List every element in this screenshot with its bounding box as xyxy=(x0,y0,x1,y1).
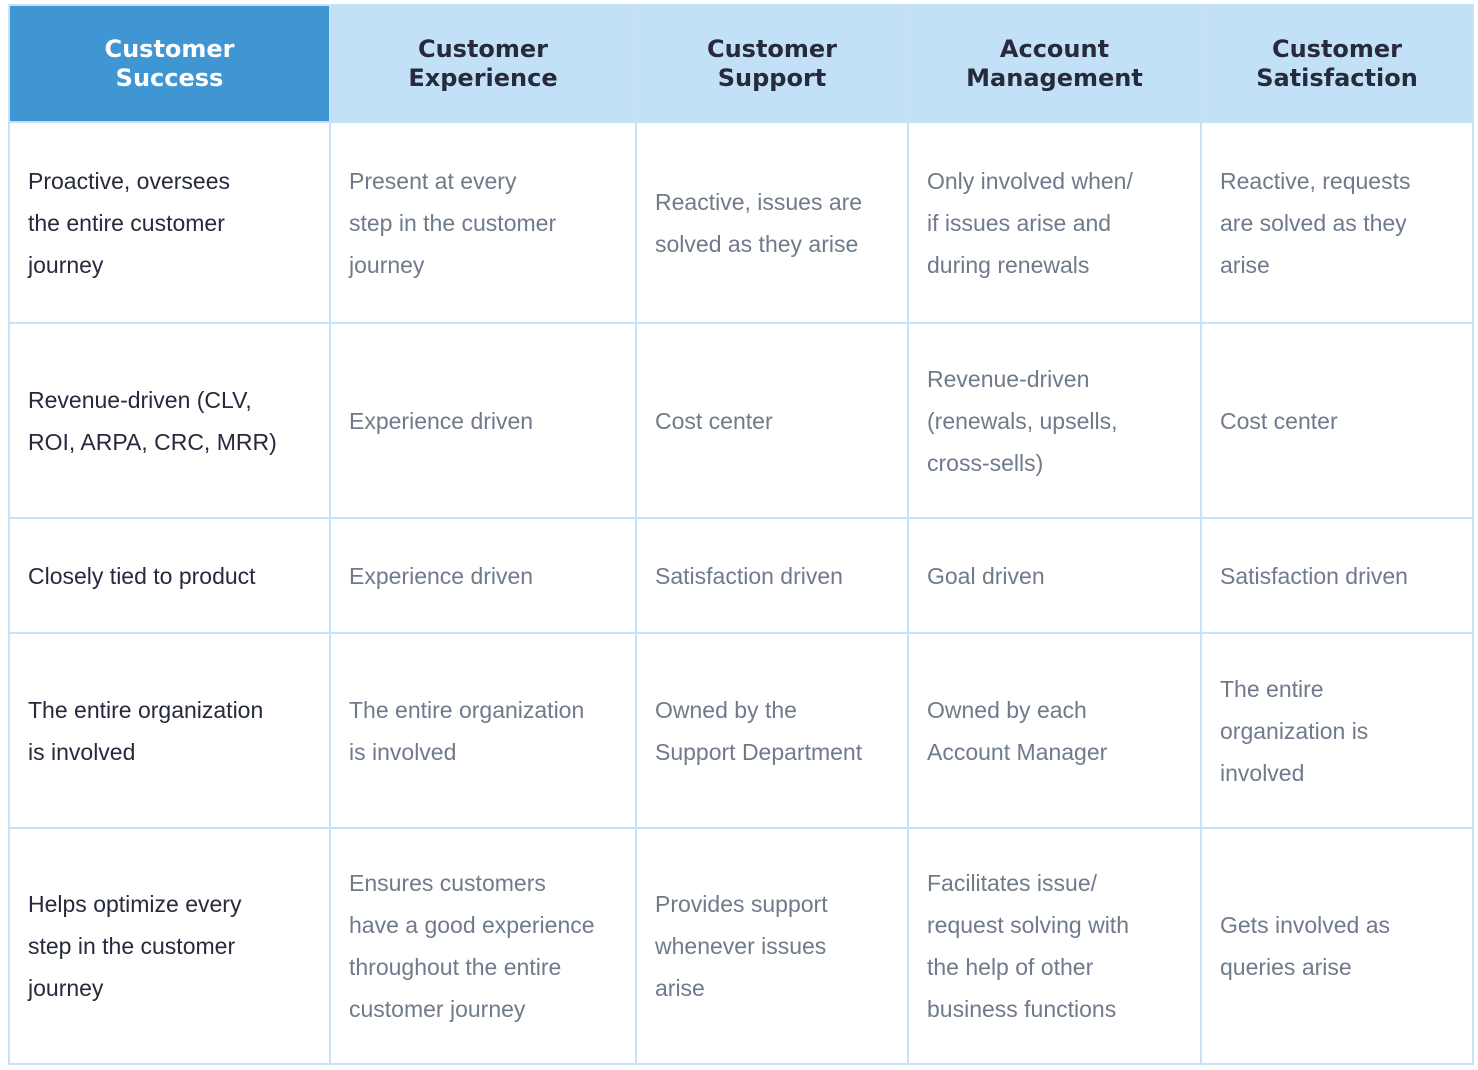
cell-customer-experience: Present at every step in the customer jo… xyxy=(329,121,637,324)
cell-customer-satisfaction: Gets involved as queries arise xyxy=(1200,827,1474,1065)
cell-text: The entire organization is involved xyxy=(349,696,585,765)
cell-text: Owned by the Support Department xyxy=(655,696,863,765)
header-account-management: Account Management xyxy=(907,4,1202,123)
cell-customer-success: The entire organization is involved xyxy=(8,632,331,829)
cell-customer-success: Closely tied to product xyxy=(8,517,331,634)
cell-text: Satisfaction driven xyxy=(655,562,843,589)
cell-customer-success: Helps optimize every step in the custome… xyxy=(8,827,331,1065)
header-label: Customer Support xyxy=(706,34,838,92)
cell-text: Present at every step in the customer jo… xyxy=(349,167,557,278)
cell-customer-support: Owned by the Support Department xyxy=(635,632,909,829)
header-label: Customer Experience xyxy=(408,34,558,92)
cell-text: Satisfaction driven xyxy=(1220,562,1408,589)
cell-text: Reactive, issues are solved as they aris… xyxy=(655,188,863,257)
table-row: Revenue-driven (CLV, ROI, ARPA, CRC, MRR… xyxy=(8,322,1474,519)
cell-customer-satisfaction: Reactive, requests are solved as they ar… xyxy=(1200,121,1474,324)
cell-customer-satisfaction: The entire organization is involved xyxy=(1200,632,1474,829)
cell-text: Proactive, oversees the entire customer … xyxy=(28,167,230,278)
cell-text: Provides support whenever issues arise xyxy=(655,891,828,1001)
cell-customer-support: Satisfaction driven xyxy=(635,517,909,634)
cell-text: Experience driven xyxy=(349,407,534,434)
cell-customer-satisfaction: Cost center xyxy=(1200,322,1474,519)
cell-customer-experience: Experience driven xyxy=(329,322,637,519)
cell-text: Facilitates issue/ request solving with … xyxy=(927,870,1129,1022)
header-customer-satisfaction: Customer Satisfaction xyxy=(1200,4,1474,123)
header-label: Customer Success xyxy=(104,34,235,92)
cell-text: Only involved when/ if issues arise and … xyxy=(927,167,1133,278)
cell-text: Revenue-driven (renewals, upsells, cross… xyxy=(927,365,1118,476)
cell-text: Revenue-driven (CLV, ROI, ARPA, CRC, MRR… xyxy=(28,386,277,455)
cell-text: Ensures customers have a good experience… xyxy=(349,870,595,1022)
table-row: Helps optimize every step in the custome… xyxy=(8,827,1474,1065)
header-customer-experience: Customer Experience xyxy=(329,4,637,123)
cell-text: Reactive, requests are solved as they ar… xyxy=(1220,167,1411,278)
cell-customer-experience: Ensures customers have a good experience… xyxy=(329,827,637,1065)
cell-text: Cost center xyxy=(655,407,773,434)
cell-account-management: Revenue-driven (renewals, upsells, cross… xyxy=(907,322,1202,519)
table-row: The entire organization is involved The … xyxy=(8,632,1474,829)
cell-text: Experience driven xyxy=(349,562,534,589)
header-customer-support: Customer Support xyxy=(635,4,909,123)
cell-text: Gets involved as queries arise xyxy=(1220,912,1391,980)
table-row: Closely tied to product Experience drive… xyxy=(8,517,1474,634)
cell-account-management: Owned by each Account Manager xyxy=(907,632,1202,829)
cell-text: The entire organization is involved xyxy=(28,696,264,765)
cell-text: Goal driven xyxy=(927,562,1045,589)
cell-text: Owned by each Account Manager xyxy=(927,696,1108,765)
header-customer-success: Customer Success xyxy=(8,4,331,123)
table-row: Proactive, oversees the entire customer … xyxy=(8,121,1474,324)
cell-text: The entire organization is involved xyxy=(1220,675,1369,786)
cell-customer-support: Provides support whenever issues arise xyxy=(635,827,909,1065)
cell-text: Helps optimize every step in the custome… xyxy=(28,891,242,1001)
cell-customer-support: Reactive, issues are solved as they aris… xyxy=(635,121,909,324)
cell-text: Cost center xyxy=(1220,407,1338,434)
cell-account-management: Goal driven xyxy=(907,517,1202,634)
cell-account-management: Facilitates issue/ request solving with … xyxy=(907,827,1202,1065)
header-label: Account Management xyxy=(966,34,1143,92)
comparison-table: Customer Success Customer Experience Cus… xyxy=(8,4,1474,1065)
cell-customer-success: Revenue-driven (CLV, ROI, ARPA, CRC, MRR… xyxy=(8,322,331,519)
cell-customer-experience: Experience driven xyxy=(329,517,637,634)
cell-customer-success: Proactive, oversees the entire customer … xyxy=(8,121,331,324)
header-row: Customer Success Customer Experience Cus… xyxy=(8,4,1474,123)
cell-customer-support: Cost center xyxy=(635,322,909,519)
cell-text: Closely tied to product xyxy=(28,562,256,589)
cell-customer-experience: The entire organization is involved xyxy=(329,632,637,829)
header-label: Customer Satisfaction xyxy=(1256,34,1418,92)
cell-account-management: Only involved when/ if issues arise and … xyxy=(907,121,1202,324)
cell-customer-satisfaction: Satisfaction driven xyxy=(1200,517,1474,634)
